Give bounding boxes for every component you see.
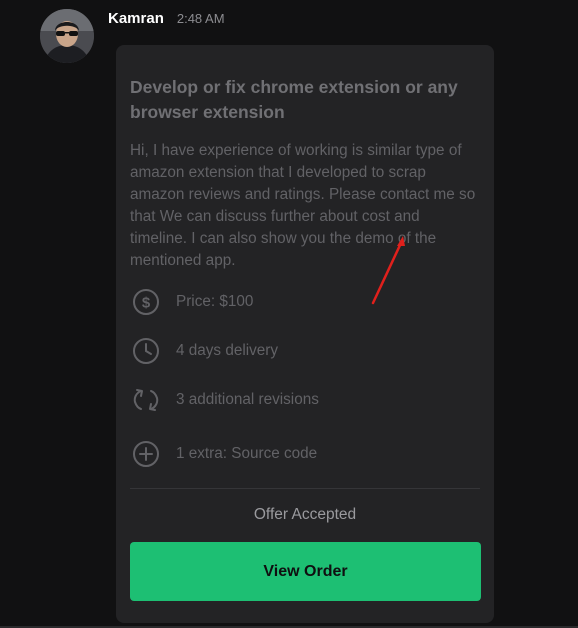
message-timestamp: 2:48 AM [176, 11, 225, 26]
view-order-button[interactable]: View Order [130, 542, 481, 601]
offer-delivery: 4 days delivery [176, 342, 279, 359]
offer-card: Develop or fix chrome extension or any b… [116, 45, 494, 623]
refresh-icon [130, 384, 162, 416]
svg-text:$: $ [142, 295, 151, 312]
avatar[interactable] [40, 9, 94, 63]
avatar-image [40, 9, 94, 63]
clock-icon [130, 335, 162, 367]
offer-delivery-row: 4 days delivery [130, 335, 470, 367]
offer-price-row: $ Price: $100 [130, 286, 470, 318]
plus-circle-icon [130, 438, 162, 470]
offer-description: Hi, I have experience of working is simi… [130, 142, 476, 269]
dollar-icon: $ [130, 286, 162, 318]
offer-extra-row: 1 extra: Source code [130, 438, 470, 470]
message-header: Kamran 2:48 AM [108, 10, 225, 27]
offer-price: Price: $100 [176, 293, 254, 310]
offer-status: Offer Accepted [253, 506, 357, 523]
divider [130, 488, 480, 489]
sender-name[interactable]: Kamran [108, 10, 164, 27]
chat-message: Kamran 2:48 AM Develop or fix chrome ext… [0, 0, 578, 628]
offer-revisions-row: 3 additional revisions [130, 384, 470, 416]
offer-title: Develop or fix chrome extension or any b… [130, 77, 458, 122]
offer-extra: 1 extra: Source code [176, 445, 318, 462]
offer-revisions: 3 additional revisions [176, 391, 319, 408]
